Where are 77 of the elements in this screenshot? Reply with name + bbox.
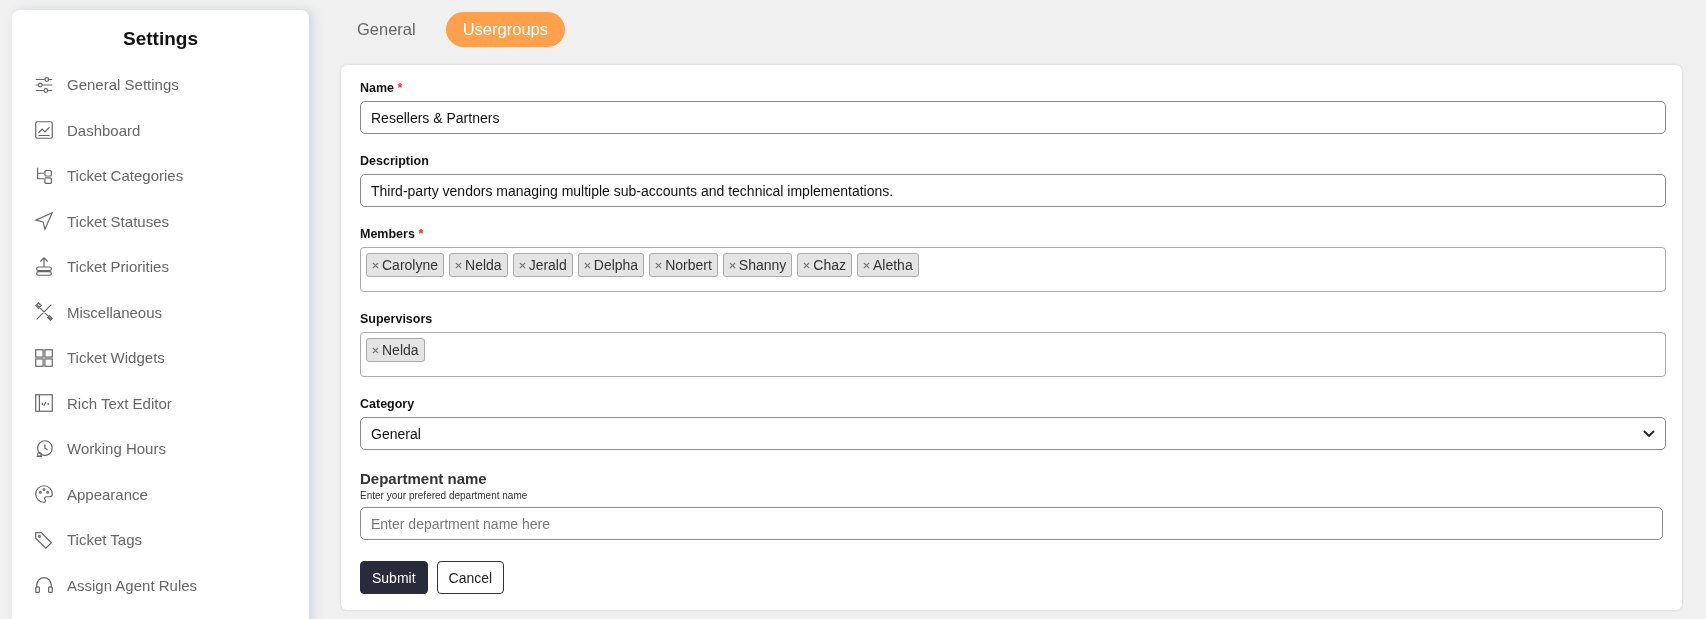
menu-item-icon	[33, 210, 55, 233]
sidebar-item-label: Dashboard	[67, 121, 141, 139]
tag-label: Chaz	[813, 257, 846, 273]
tag-label: Norbert	[665, 257, 712, 273]
tag-label: Jerald	[528, 257, 567, 273]
field-label: Members *	[360, 227, 425, 241]
tag-chip[interactable]: Aletha	[857, 253, 919, 277]
sidebar-item-label: Ticket Categories	[67, 167, 184, 185]
select-value: General	[371, 425, 421, 442]
field-label: Department name	[360, 470, 488, 487]
tag-label: Nelda	[382, 342, 419, 358]
submit-button[interactable]: Submit	[360, 561, 428, 594]
field-label: Supervisors	[360, 312, 434, 326]
sidebar-item[interactable]: Dashboard	[12, 107, 309, 153]
remove-icon[interactable]	[372, 261, 379, 269]
tag-label: Aletha	[873, 257, 913, 273]
sidebar-item-label: Rich Text Editor	[67, 394, 172, 412]
sidebar-item[interactable]: Ticket Statuses	[12, 198, 309, 244]
text-field[interactable]: Third-party vendors managing multiple sub-accounts and technical implementations.	[360, 174, 1666, 207]
remove-icon[interactable]	[518, 261, 526, 269]
menu-item-icon	[33, 346, 55, 369]
remove-icon[interactable]	[655, 261, 663, 269]
sidebar-item[interactable]: Rich Text Editor	[12, 380, 309, 426]
menu-item-icon	[33, 301, 55, 324]
sidebar-item[interactable]: Assign Agent Rules	[12, 562, 309, 608]
remove-icon[interactable]	[372, 346, 379, 354]
text-field[interactable]: Resellers & Partners	[360, 101, 1666, 134]
tag-chip[interactable]: Nelda	[449, 253, 508, 277]
sidebar-item-label: Miscellaneous	[67, 303, 163, 321]
sidebar-item-label: Working Hours	[67, 440, 166, 458]
remove-icon[interactable]	[728, 261, 736, 269]
tag-chip[interactable]: Nelda	[366, 338, 425, 362]
sidebar-item[interactable]: General Settings	[12, 62, 309, 108]
chevron-down-icon	[1643, 429, 1655, 438]
cancel-button[interactable]: Cancel	[436, 561, 505, 594]
menu-item-icon	[33, 119, 55, 142]
field-label: Name *	[360, 81, 404, 95]
sidebar-item[interactable]: Ticket Categories	[12, 153, 309, 199]
sidebar-item[interactable]: Ticket Priorities	[12, 244, 309, 290]
sidebar-item-label: Ticket Priorities	[67, 258, 169, 276]
tab[interactable]: General	[347, 11, 426, 47]
remove-icon[interactable]	[863, 261, 870, 269]
sidebar-item-label: Ticket Tags	[67, 531, 143, 549]
remove-icon[interactable]	[583, 261, 591, 269]
sidebar-item[interactable]: Ticket Tags	[12, 517, 309, 563]
menu-item-icon	[33, 392, 55, 415]
tag-label: Shanny	[738, 257, 787, 273]
sidebar-item-label: Ticket Statuses	[67, 212, 169, 230]
field-label: Description	[360, 154, 430, 168]
menu-item-icon	[33, 483, 55, 506]
tag-label: Delpha	[593, 257, 639, 273]
tag-field[interactable]: Carolyne Nelda Jerald Delpha Norbert Shanny Chaz Aletha	[360, 247, 1666, 292]
field-label: Category	[360, 397, 416, 411]
remove-icon[interactable]	[803, 261, 811, 269]
sidebar-title: Settings	[122, 28, 199, 50]
tag-label: Carolyne	[382, 257, 439, 273]
tag-chip[interactable]: Carolyne	[366, 253, 445, 277]
select-field[interactable]: General	[360, 417, 1666, 450]
tag-field[interactable]: Nelda	[360, 332, 1666, 377]
tag-label: Nelda	[465, 257, 502, 273]
menu-item-icon	[33, 255, 55, 278]
sidebar-item[interactable]: Ticket Widgets	[12, 335, 309, 381]
sidebar-item-label: General Settings	[67, 76, 179, 94]
sidebar-item-label: Appearance	[67, 485, 148, 503]
sidebar-item-label: Ticket Widgets	[67, 349, 165, 367]
sidebar-item[interactable]: Appearance	[12, 471, 309, 517]
tag-chip[interactable]: Delpha	[577, 253, 645, 277]
sidebar-item[interactable]: Working Hours	[12, 426, 309, 472]
field-hint: Enter your prefered department name	[360, 490, 529, 501]
remove-icon[interactable]	[455, 261, 463, 269]
tag-chip[interactable]: Shanny	[722, 253, 793, 277]
sidebar-item[interactable]: Miscellaneous	[12, 289, 309, 335]
tag-chip[interactable]: Jerald	[512, 253, 573, 277]
sidebar-item-label: Assign Agent Rules	[67, 576, 198, 594]
tag-chip[interactable]: Norbert	[649, 253, 718, 277]
tag-chip[interactable]: Chaz	[797, 253, 852, 277]
text-field[interactable]: Enter department name here	[360, 507, 1663, 540]
